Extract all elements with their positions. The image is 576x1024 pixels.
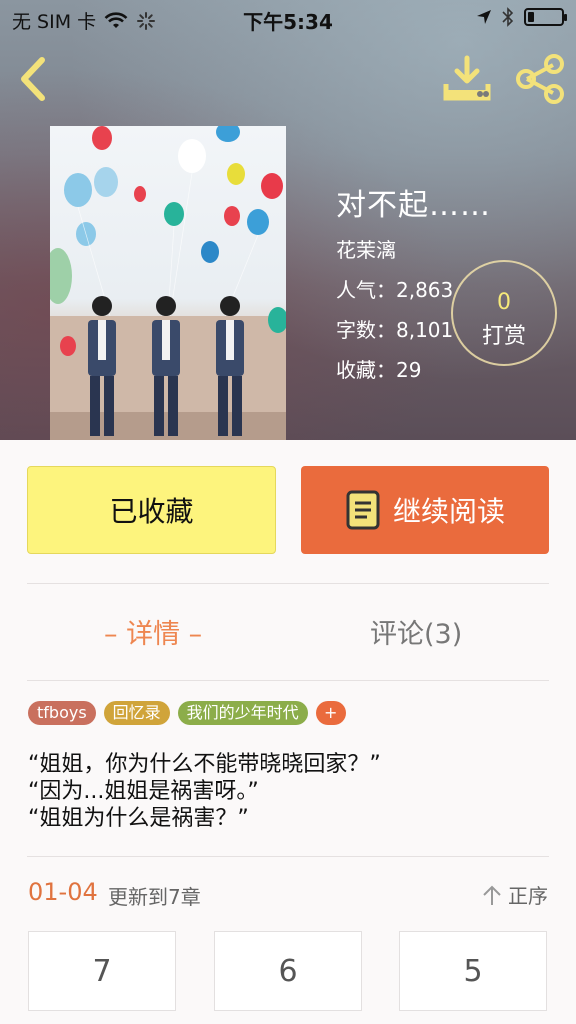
battery-level — [528, 12, 534, 22]
chevron-left-icon — [21, 57, 45, 101]
sort-order-label: 正序 — [508, 884, 548, 908]
tag-youth[interactable]: 我们的少年时代 — [177, 701, 308, 725]
book-cover-image[interactable] — [50, 126, 286, 440]
chapter-range[interactable]: 01-04 — [28, 878, 98, 906]
tab-comments[interactable]: 评论(3) — [370, 612, 462, 651]
chapter-item[interactable]: 7 — [28, 931, 176, 1011]
tag-list: tfboys 回忆录 我们的少年时代 + — [28, 701, 346, 725]
download-button[interactable] — [440, 54, 494, 104]
location-arrow-icon — [477, 10, 491, 24]
tag-memoir[interactable]: 回忆录 — [103, 701, 170, 725]
status-right — [476, 7, 567, 27]
book-header: 无 SIM 卡 下午5:34 对不起…… 花茉漓 人气：2,863 字数：8,1… — [0, 0, 576, 440]
reward-button[interactable]: 0 打赏 — [451, 260, 557, 366]
book-icon — [346, 490, 380, 530]
add-tag-button[interactable]: + — [315, 701, 346, 725]
divider — [27, 583, 549, 584]
arrow-up-icon — [483, 885, 501, 905]
sort-order-button[interactable]: 正序 — [482, 880, 548, 909]
synopsis-line: “因为...姐姐是祸害呀。” — [28, 779, 259, 804]
favorites-stat: 收藏：29 — [336, 358, 422, 382]
favorited-label: 已收藏 — [109, 495, 194, 528]
chapter-update-text: 更新到7章 — [108, 885, 201, 909]
tab-detail[interactable]: – 详情 – — [104, 612, 202, 651]
bluetooth-icon — [502, 7, 514, 27]
share-button[interactable] — [514, 54, 566, 104]
book-title: 对不起…… — [336, 188, 491, 223]
divider — [27, 856, 549, 857]
chapter-item[interactable]: 5 — [399, 931, 547, 1011]
tag-tfboys[interactable]: tfboys — [28, 701, 96, 725]
back-button[interactable] — [14, 56, 54, 102]
favorited-button[interactable]: 已收藏 — [27, 466, 276, 554]
share-icon — [516, 54, 564, 104]
divider — [27, 680, 549, 681]
status-bar: 无 SIM 卡 下午5:34 — [0, 0, 576, 36]
cover-illustration — [50, 126, 286, 440]
continue-reading-button[interactable]: 继续阅读 — [301, 466, 549, 554]
battery-icon — [524, 8, 567, 26]
book-author[interactable]: 花茉漓 — [336, 234, 491, 263]
reward-count: 0 — [497, 290, 511, 315]
chapter-header: 01-04 更新到7章 正序 — [28, 878, 548, 909]
synopsis-line: “姐姐，你为什么不能带晓晓回家？” — [28, 752, 381, 777]
chapter-item[interactable]: 6 — [214, 931, 362, 1011]
download-icon — [443, 55, 491, 101]
synopsis: “姐姐，你为什么不能带晓晓回家？” “因为...姐姐是祸害呀。” “姐姐为什么是… — [28, 751, 381, 832]
reward-label: 打赏 — [481, 324, 526, 349]
synopsis-line: “姐姐为什么是祸害？” — [28, 806, 249, 831]
continue-reading-label: 继续阅读 — [392, 495, 505, 528]
